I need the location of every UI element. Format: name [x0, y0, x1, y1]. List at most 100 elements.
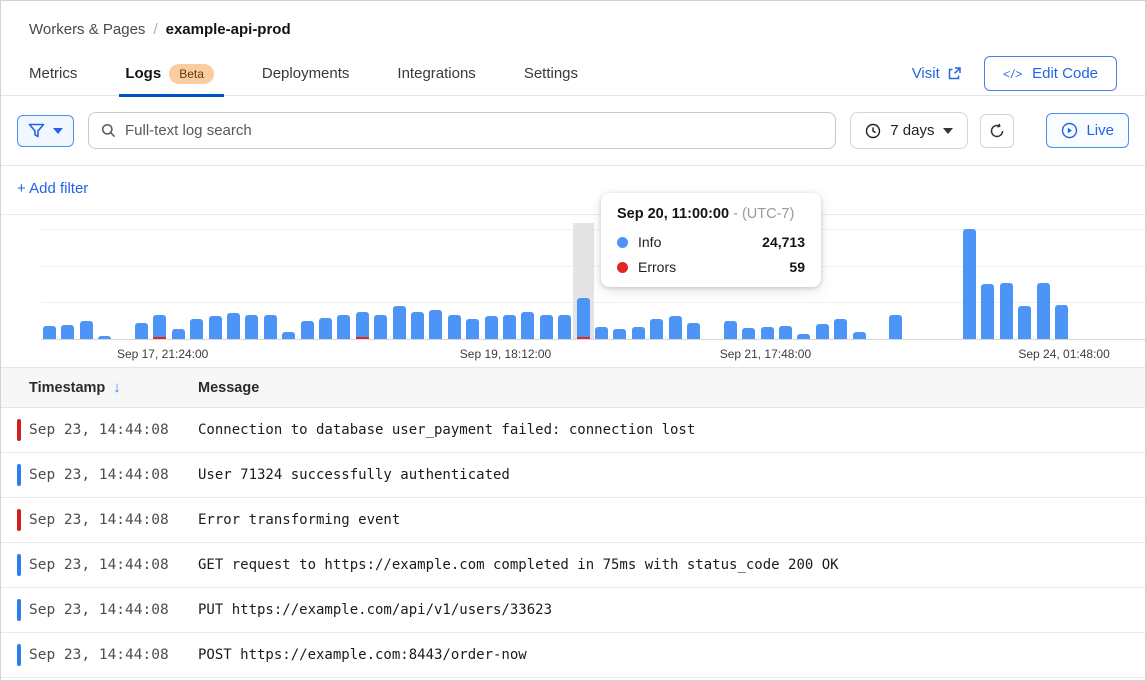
log-timestamp: Sep 23, 14:44:08 [1, 422, 198, 438]
sort-desc-icon[interactable]: ↓ [113, 379, 121, 396]
chevron-down-icon [53, 128, 63, 134]
log-message: User 71324 successfully authenticated [198, 467, 510, 483]
x-axis-tick: Sep 17, 21:24:00 [117, 347, 208, 361]
log-volume-bar[interactable] [1037, 283, 1050, 339]
log-timestamp: Sep 23, 14:44:08 [1, 557, 198, 573]
log-volume-bar[interactable] [135, 323, 148, 339]
log-volume-bar[interactable] [853, 332, 866, 339]
log-volume-bar[interactable] [227, 313, 240, 339]
log-volume-bar[interactable] [540, 315, 553, 339]
chart-tooltip: Sep 20, 11:00:00 - (UTC-7) Info 24,713 E… [601, 193, 821, 287]
log-volume-bar[interactable] [466, 319, 479, 339]
log-volume-bar[interactable] [742, 328, 755, 339]
log-volume-bar[interactable] [337, 315, 350, 339]
column-timestamp[interactable]: Timestamp ↓ [1, 379, 198, 396]
log-volume-bar[interactable] [669, 316, 682, 339]
log-volume-bar[interactable] [797, 334, 810, 339]
log-volume-bar[interactable] [264, 315, 277, 339]
log-volume-bar[interactable] [613, 329, 626, 339]
tab-metrics[interactable]: Metrics [29, 52, 77, 96]
breadcrumb-section[interactable]: Workers & Pages [29, 21, 145, 38]
beta-badge: Beta [169, 64, 214, 84]
log-volume-bar[interactable] [503, 315, 516, 339]
tab-deployments[interactable]: Deployments [262, 52, 350, 96]
info-dot-icon [617, 237, 628, 248]
log-volume-bar[interactable] [577, 298, 590, 339]
log-volume-bar[interactable] [1000, 283, 1013, 339]
filter-row: + Add filter [1, 166, 1145, 215]
log-timestamp: Sep 23, 14:44:08 [1, 647, 198, 663]
table-row[interactable]: Sep 23, 14:44:08 Error transforming even… [1, 498, 1145, 543]
tab-settings[interactable]: Settings [524, 52, 578, 96]
log-level-indicator [17, 419, 21, 441]
table-body: Sep 23, 14:44:08 Connection to database … [1, 408, 1145, 678]
log-search[interactable] [88, 112, 836, 149]
log-volume-bar[interactable] [393, 306, 406, 339]
live-button[interactable]: Live [1046, 113, 1129, 148]
log-message: Connection to database user_payment fail… [198, 422, 695, 438]
log-volume-bar[interactable] [981, 284, 994, 339]
log-volume-bar[interactable] [558, 315, 571, 339]
log-volume-bar[interactable] [1055, 305, 1068, 339]
table-row[interactable]: Sep 23, 14:44:08 GET request to https://… [1, 543, 1145, 588]
log-volume-bar[interactable] [209, 316, 222, 339]
table-row[interactable]: Sep 23, 14:44:08 Connection to database … [1, 408, 1145, 453]
log-volume-bar[interactable] [374, 315, 387, 339]
log-volume-bar[interactable] [485, 316, 498, 339]
log-volume-bar[interactable] [448, 315, 461, 339]
chart-plot[interactable] [41, 229, 1145, 339]
log-volume-bar[interactable] [724, 321, 737, 339]
tab-logs[interactable]: Logs Beta [125, 52, 214, 96]
tab-integrations[interactable]: Integrations [397, 52, 475, 96]
table-row[interactable]: Sep 23, 14:44:08 POST https://example.co… [1, 633, 1145, 678]
log-volume-bar[interactable] [650, 319, 663, 339]
log-volume-bar[interactable] [429, 310, 442, 339]
tooltip-info-label: Info [638, 234, 661, 250]
log-volume-bar[interactable] [595, 327, 608, 339]
log-volume-bar[interactable] [889, 315, 902, 339]
log-volume-bar[interactable] [356, 312, 369, 339]
refresh-button[interactable] [980, 114, 1014, 148]
chevron-down-icon [943, 128, 953, 134]
log-volume-bar[interactable] [190, 319, 203, 339]
log-message: GET request to https://example.com compl… [198, 557, 839, 573]
log-timestamp: Sep 23, 14:44:08 [1, 602, 198, 618]
log-volume-bar[interactable] [521, 312, 534, 339]
log-volume-bar[interactable] [61, 325, 74, 339]
log-volume-bar[interactable] [43, 326, 56, 339]
workers-logs-page: Workers & Pages / example-api-prod Metri… [0, 0, 1146, 681]
code-icon: </> [1002, 67, 1024, 81]
log-volume-bar[interactable] [834, 319, 847, 339]
table-row[interactable]: Sep 23, 14:44:08 PUT https://example.com… [1, 588, 1145, 633]
log-volume-bar[interactable] [98, 336, 111, 339]
log-volume-bar[interactable] [282, 332, 295, 339]
log-volume-bar[interactable] [153, 315, 166, 339]
log-volume-bar[interactable] [761, 327, 774, 339]
log-volume-bar[interactable] [245, 315, 258, 339]
tooltip-timestamp: Sep 20, 11:00:00 [617, 206, 729, 222]
log-level-indicator [17, 644, 21, 666]
time-range-button[interactable]: 7 days [850, 112, 968, 149]
log-volume-bar[interactable] [816, 324, 829, 339]
log-volume-bar[interactable] [632, 327, 645, 339]
log-volume-bar[interactable] [687, 323, 700, 339]
log-table: Timestamp ↓ Message Sep 23, 14:44:08 Con… [1, 367, 1145, 678]
visit-link[interactable]: Visit [912, 65, 962, 82]
log-volume-bar[interactable] [779, 326, 792, 339]
play-circle-icon [1061, 122, 1078, 139]
table-row[interactable]: Sep 23, 14:44:08 User 71324 successfully… [1, 453, 1145, 498]
search-icon [101, 123, 116, 138]
log-volume-bar[interactable] [411, 312, 424, 339]
edit-code-button[interactable]: </> Edit Code [984, 56, 1117, 91]
log-volume-bar[interactable] [301, 321, 314, 339]
log-volume-bar[interactable] [172, 329, 185, 339]
filter-menu-button[interactable] [17, 115, 74, 147]
log-volume-bar[interactable] [963, 229, 976, 339]
search-input[interactable] [125, 122, 823, 139]
log-volume-bar[interactable] [1018, 306, 1031, 339]
log-level-indicator [17, 509, 21, 531]
tooltip-errors-label: Errors [638, 259, 676, 275]
log-volume-bar[interactable] [80, 321, 93, 339]
log-volume-bar[interactable] [319, 318, 332, 339]
add-filter-button[interactable]: + Add filter [17, 180, 88, 197]
